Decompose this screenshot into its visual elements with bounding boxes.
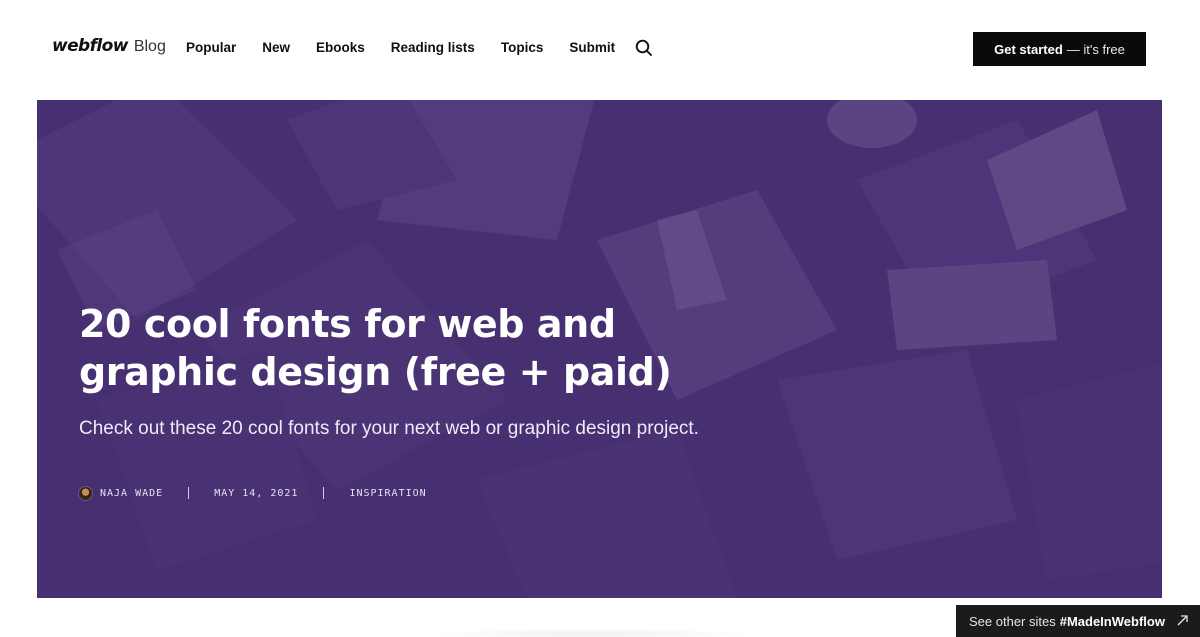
meta-divider <box>188 487 190 499</box>
main-nav: Popular New Ebooks Reading lists Topics … <box>186 40 641 55</box>
get-started-button[interactable]: Get started — it's free <box>973 32 1146 66</box>
article-title[interactable]: 20 cool fonts for web and graphic design… <box>79 300 719 396</box>
badge-prefix: See other sites <box>969 613 1056 629</box>
nav-item-new[interactable]: New <box>262 40 290 55</box>
publish-date: MAY 14, 2021 <box>214 487 299 499</box>
badge-tag: #MadeInWebflow <box>1059 613 1165 629</box>
site-header: webflow Blog Popular New Ebooks Reading … <box>0 0 1200 96</box>
article-meta: NAJA WADE MAY 14, 2021 INSPIRATION <box>78 485 427 501</box>
external-arrow-icon <box>1177 615 1188 626</box>
nav-item-topics[interactable]: Topics <box>501 40 544 55</box>
cta-sub-label: — it's free <box>1066 41 1125 57</box>
featured-article-hero[interactable]: 20 cool fonts for web and graphic design… <box>37 100 1162 598</box>
made-in-webflow-badge[interactable]: See other sites #MadeInWebflow <box>956 605 1200 637</box>
nav-item-popular[interactable]: Popular <box>186 40 236 55</box>
nav-item-submit[interactable]: Submit <box>569 40 615 55</box>
webflow-logo: webflow <box>52 36 128 56</box>
cta-main-label: Get started <box>994 41 1063 57</box>
category-link[interactable]: INSPIRATION <box>349 488 426 499</box>
nav-item-ebooks[interactable]: Ebooks <box>316 40 365 55</box>
meta-divider <box>323 487 325 499</box>
search-icon <box>635 39 652 56</box>
author-name[interactable]: NAJA WADE <box>100 488 163 499</box>
brand-logo-link[interactable]: webflow Blog <box>52 36 166 56</box>
article-subtitle: Check out these 20 cool fonts for your n… <box>79 418 699 439</box>
nav-item-reading-lists[interactable]: Reading lists <box>391 40 475 55</box>
search-button[interactable] <box>634 38 654 58</box>
content-shadow <box>420 628 760 637</box>
author-avatar <box>78 485 93 501</box>
blog-label: Blog <box>133 38 166 55</box>
